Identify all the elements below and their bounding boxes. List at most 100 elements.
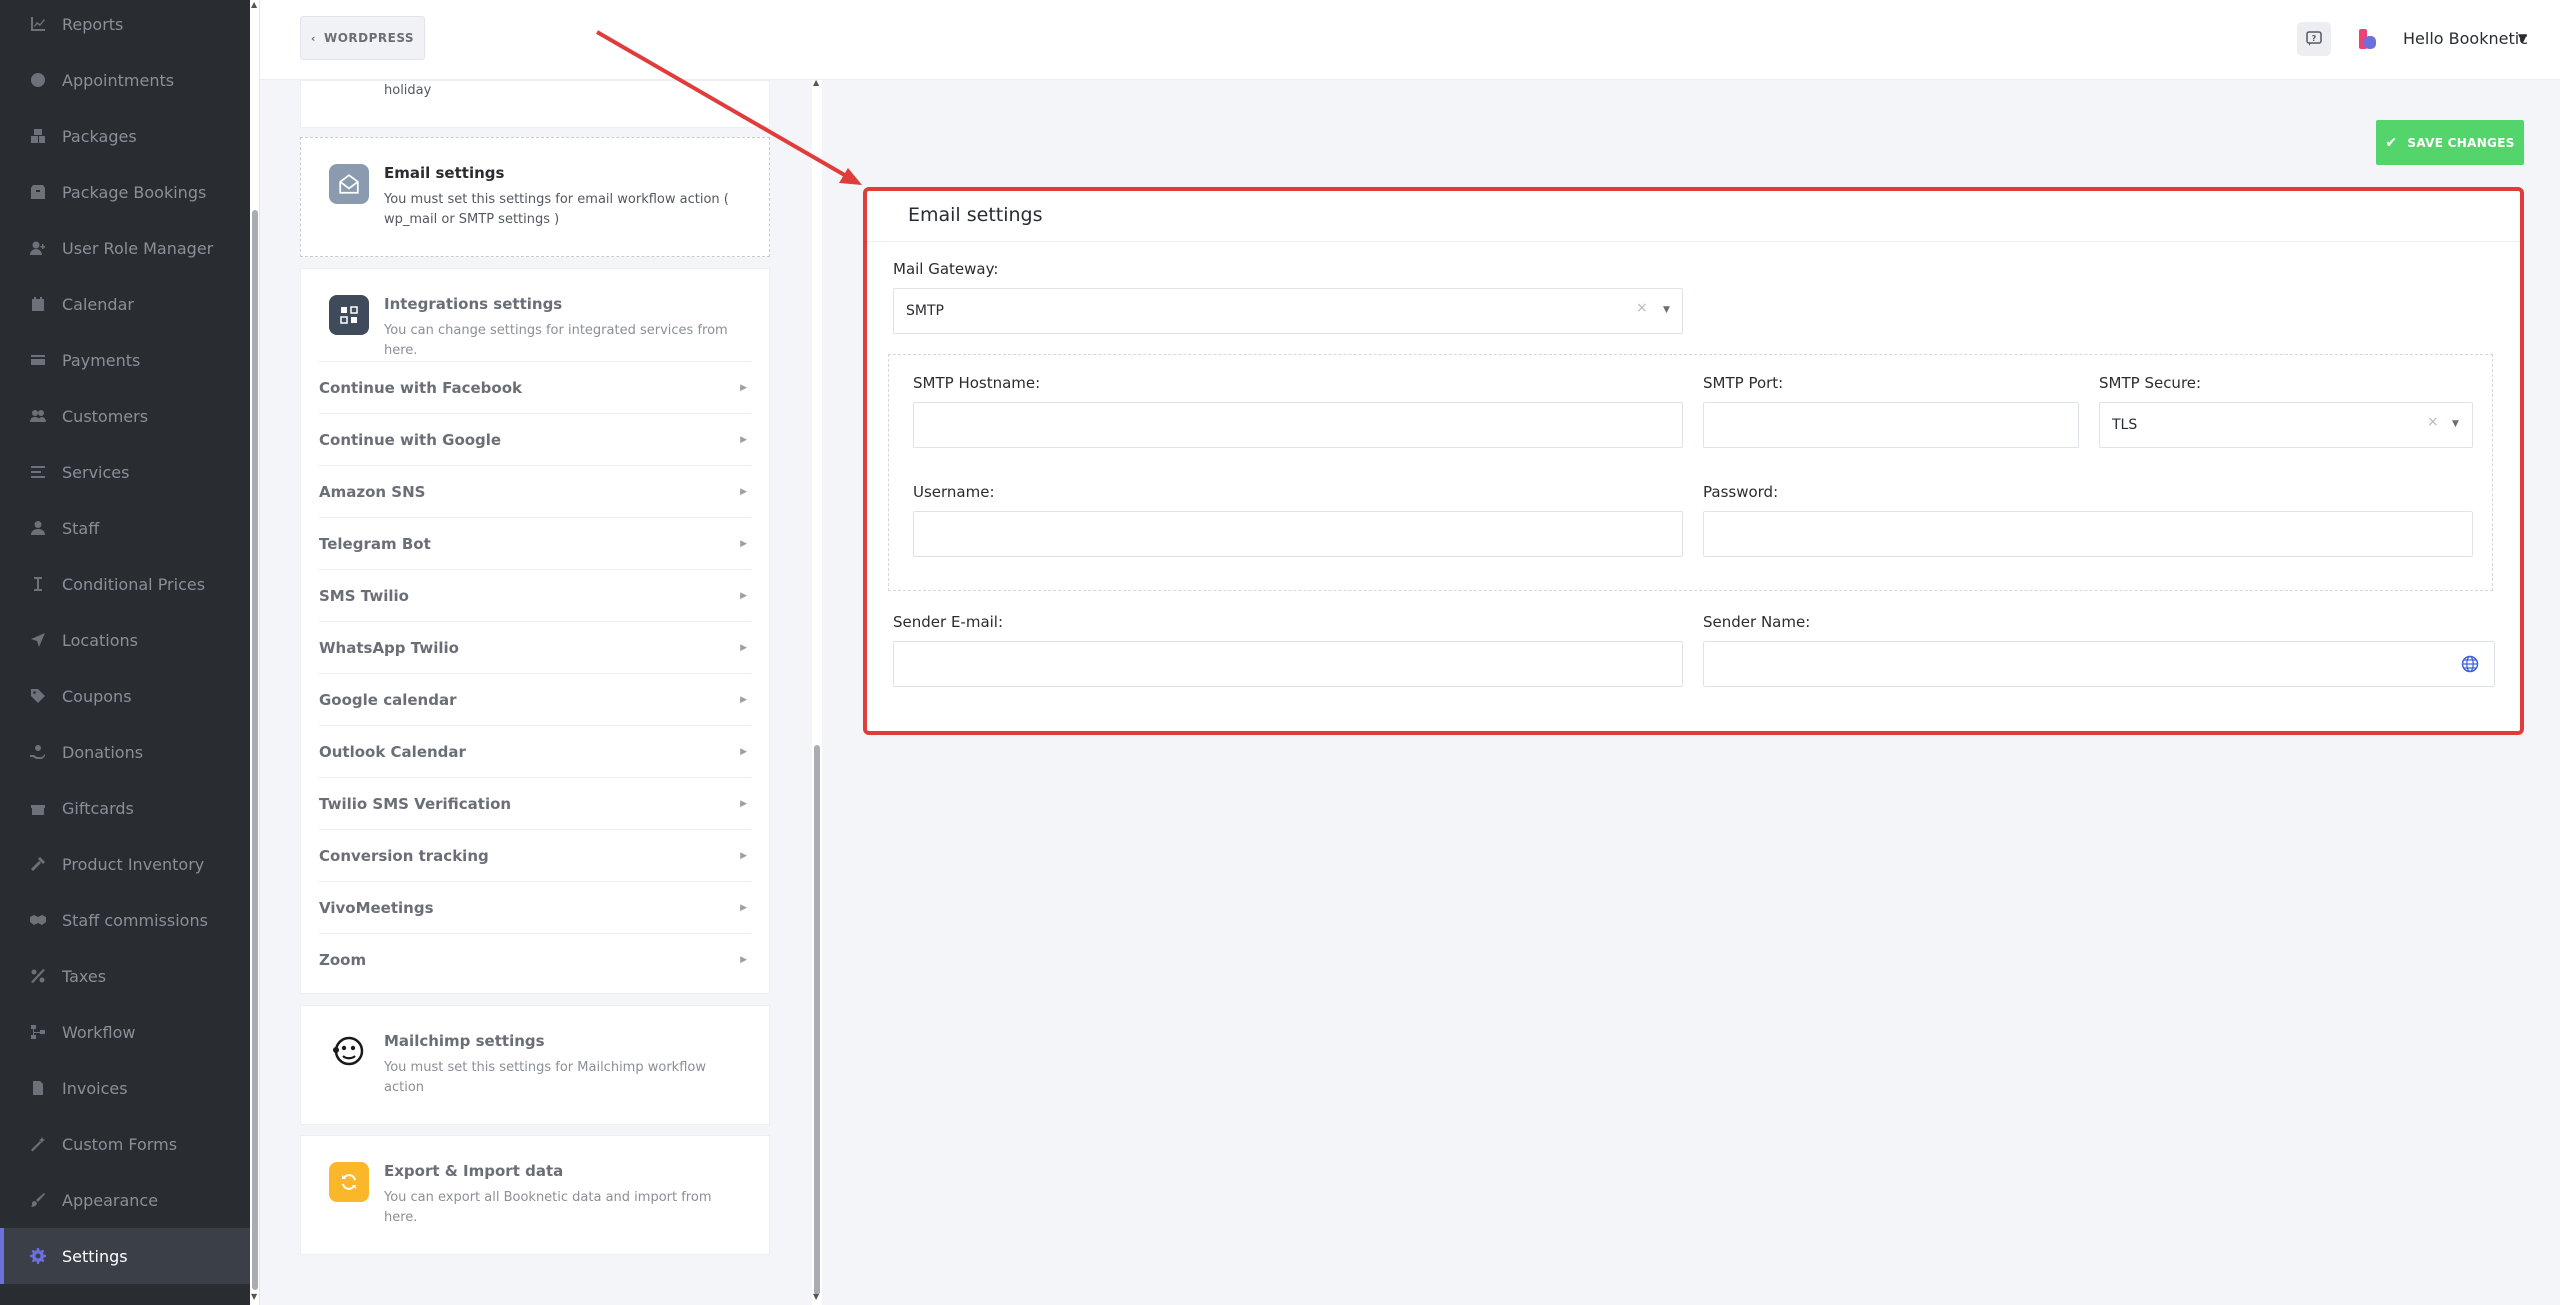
sidebar-item-reports[interactable]: Reports [0, 0, 250, 52]
email-settings-form: Email settings Mail Gateway: SMTP × ▼ SM… [866, 190, 2521, 732]
caret-right-icon: ▶ [740, 434, 747, 445]
sidebar-scrollbar-thumb[interactable] [252, 210, 258, 1290]
sidebar-item-appointments[interactable]: Appointments [0, 52, 250, 108]
integration-item-google[interactable]: Continue with Google ▶ [319, 413, 751, 465]
chart-line-icon [30, 16, 46, 32]
credit-card-icon [30, 352, 46, 368]
sidebar-item-conditional-prices[interactable]: Conditional Prices [0, 556, 250, 612]
sidebar-item-staff[interactable]: Staff [0, 500, 250, 556]
settings-scroll-up-icon[interactable]: ▲ [813, 78, 819, 87]
sidebar-item-payments[interactable]: Payments [0, 332, 250, 388]
back-to-wordpress-label: WORDPRESS [323, 31, 415, 45]
sidebar-item-donations[interactable]: Donations [0, 724, 250, 780]
caret-right-icon: ▶ [740, 902, 747, 913]
clear-selection-icon[interactable]: × [1636, 300, 1648, 316]
user-greeting[interactable]: Hello Booknetic [2403, 29, 2528, 48]
chevron-down-icon[interactable]: ▼ [2452, 419, 2459, 429]
integration-item-telegram-bot[interactable]: Telegram Bot ▶ [319, 517, 751, 569]
form-header: Email settings [866, 190, 2521, 242]
sender-name-input[interactable] [1703, 641, 2495, 687]
mailchimp-settings-card[interactable]: Mailchimp settings You must set this set… [300, 1005, 770, 1125]
integration-item-label: Twilio SMS Verification [319, 794, 512, 813]
sidebar-item-label: Settings [62, 1246, 128, 1266]
sidebar-scroll-up-icon[interactable]: ▲ [251, 0, 257, 9]
sidebar-item-label: Appointments [62, 70, 175, 90]
integration-item-label: Outlook Calendar [319, 742, 466, 761]
sidebar-item-appearance[interactable]: Appearance [0, 1172, 250, 1228]
mailchimp-card-desc: You must set this settings for Mailchimp… [384, 1060, 706, 1095]
mail-gateway-label: Mail Gateway: [893, 260, 999, 278]
integration-item-amazon-sns[interactable]: Amazon SNS ▶ [319, 465, 751, 517]
cog-icon [30, 1248, 46, 1264]
smtp-hostname-input[interactable] [913, 402, 1683, 448]
sidebar-item-label: Staff commissions [62, 910, 208, 930]
sidebar-item-calendar[interactable]: Calendar [0, 276, 250, 332]
sidebar-item-custom-forms[interactable]: Custom Forms [0, 1116, 250, 1172]
integrations-settings-card: Integrations settings You can change set… [300, 268, 770, 994]
chevron-down-icon[interactable]: ▼ [2518, 31, 2527, 45]
chevron-down-icon[interactable]: ▼ [1663, 305, 1670, 315]
sidebar-item-locations[interactable]: Locations [0, 612, 250, 668]
user-plus-icon [30, 240, 46, 256]
integration-item-twilio-sms-verification[interactable]: Twilio SMS Verification ▶ [319, 777, 751, 829]
sidebar-item-user-role-manager[interactable]: User Role Manager [0, 220, 250, 276]
integrations-card-title[interactable]: Integrations settings [384, 295, 562, 313]
sidebar-item-taxes[interactable]: Taxes [0, 948, 250, 1004]
mail-gateway-select[interactable]: SMTP [893, 288, 1683, 334]
integration-item-sms-twilio[interactable]: SMS Twilio ▶ [319, 569, 751, 621]
sidebar-item-workflow[interactable]: Workflow [0, 1004, 250, 1060]
user-icon [30, 520, 46, 536]
integration-item-whatsapp-twilio[interactable]: WhatsApp Twilio ▶ [319, 621, 751, 673]
globe-translate-icon[interactable] [2461, 655, 2479, 673]
sidebar-item-staff-commissions[interactable]: Staff commissions [0, 892, 250, 948]
smtp-secure-select[interactable]: TLS [2099, 402, 2473, 448]
export-import-card[interactable]: Export & Import data You can export all … [300, 1135, 770, 1255]
settings-list-scrollbar-thumb[interactable] [814, 745, 820, 1295]
sidebar-item-label: Product Inventory [62, 854, 205, 874]
sidebar-item-settings[interactable]: Settings [0, 1228, 250, 1284]
integration-item-facebook[interactable]: Continue with Facebook ▶ [319, 361, 751, 413]
handshake-icon [30, 912, 46, 928]
integration-item-outlook-calendar[interactable]: Outlook Calendar ▶ [319, 725, 751, 777]
sidebar-item-label: Staff [62, 518, 100, 538]
sidebar-scroll-down-icon[interactable]: ▼ [251, 1292, 257, 1301]
integration-item-label: Google calendar [319, 690, 457, 709]
sidebar-item-services[interactable]: Services [0, 444, 250, 500]
sidebar-item-product-inventory[interactable]: Product Inventory [0, 836, 250, 892]
integration-item-label: Continue with Google [319, 430, 502, 449]
integration-item-vivomeetings[interactable]: VivoMeetings ▶ [319, 881, 751, 933]
integration-item-google-calendar[interactable]: Google calendar ▶ [319, 673, 751, 725]
paint-brush-icon [30, 1192, 46, 1208]
sidebar-item-coupons[interactable]: Coupons [0, 668, 250, 724]
sender-email-input[interactable] [893, 641, 1683, 687]
help-button[interactable]: ? [2297, 22, 2331, 56]
users-icon [30, 408, 46, 424]
holidays-card[interactable]: holiday [300, 80, 770, 128]
username-input[interactable] [913, 511, 1683, 557]
integration-item-label: Conversion tracking [319, 846, 489, 865]
smtp-port-input[interactable] [1703, 402, 2079, 448]
back-to-wordpress-button[interactable]: ‹ WORDPRESS [300, 16, 425, 60]
save-changes-label: SAVE CHANGES [2407, 135, 2515, 150]
sidebar-item-giftcards[interactable]: Giftcards [0, 780, 250, 836]
integration-item-label: Amazon SNS [319, 482, 426, 501]
save-changes-button[interactable]: ✔ SAVE CHANGES [2376, 120, 2524, 165]
integration-item-label: Zoom [319, 950, 367, 969]
sidebar-item-label: Invoices [62, 1078, 128, 1098]
sidebar-item-customers[interactable]: Customers [0, 388, 250, 444]
sidebar-item-package-bookings[interactable]: Package Bookings [0, 164, 250, 220]
caret-right-icon: ▶ [740, 694, 747, 705]
email-settings-card[interactable]: Email settings You must set this setting… [300, 137, 770, 257]
sidebar-item-packages[interactable]: Packages [0, 108, 250, 164]
integration-item-conversion-tracking[interactable]: Conversion tracking ▶ [319, 829, 751, 881]
email-settings-card-desc: You must set this settings for email wor… [384, 192, 729, 227]
sidebar-item-invoices[interactable]: Invoices [0, 1060, 250, 1116]
clear-selection-icon[interactable]: × [2427, 414, 2439, 430]
password-input[interactable] [1703, 511, 2473, 557]
integration-item-zoom[interactable]: Zoom ▶ [319, 933, 751, 985]
sender-email-label: Sender E-mail: [893, 613, 1004, 631]
caret-right-icon: ▶ [740, 798, 747, 809]
sidebar-item-label: Donations [62, 742, 144, 762]
form-title: Email settings [908, 204, 1043, 226]
settings-scroll-down-icon[interactable]: ▼ [813, 1292, 819, 1301]
